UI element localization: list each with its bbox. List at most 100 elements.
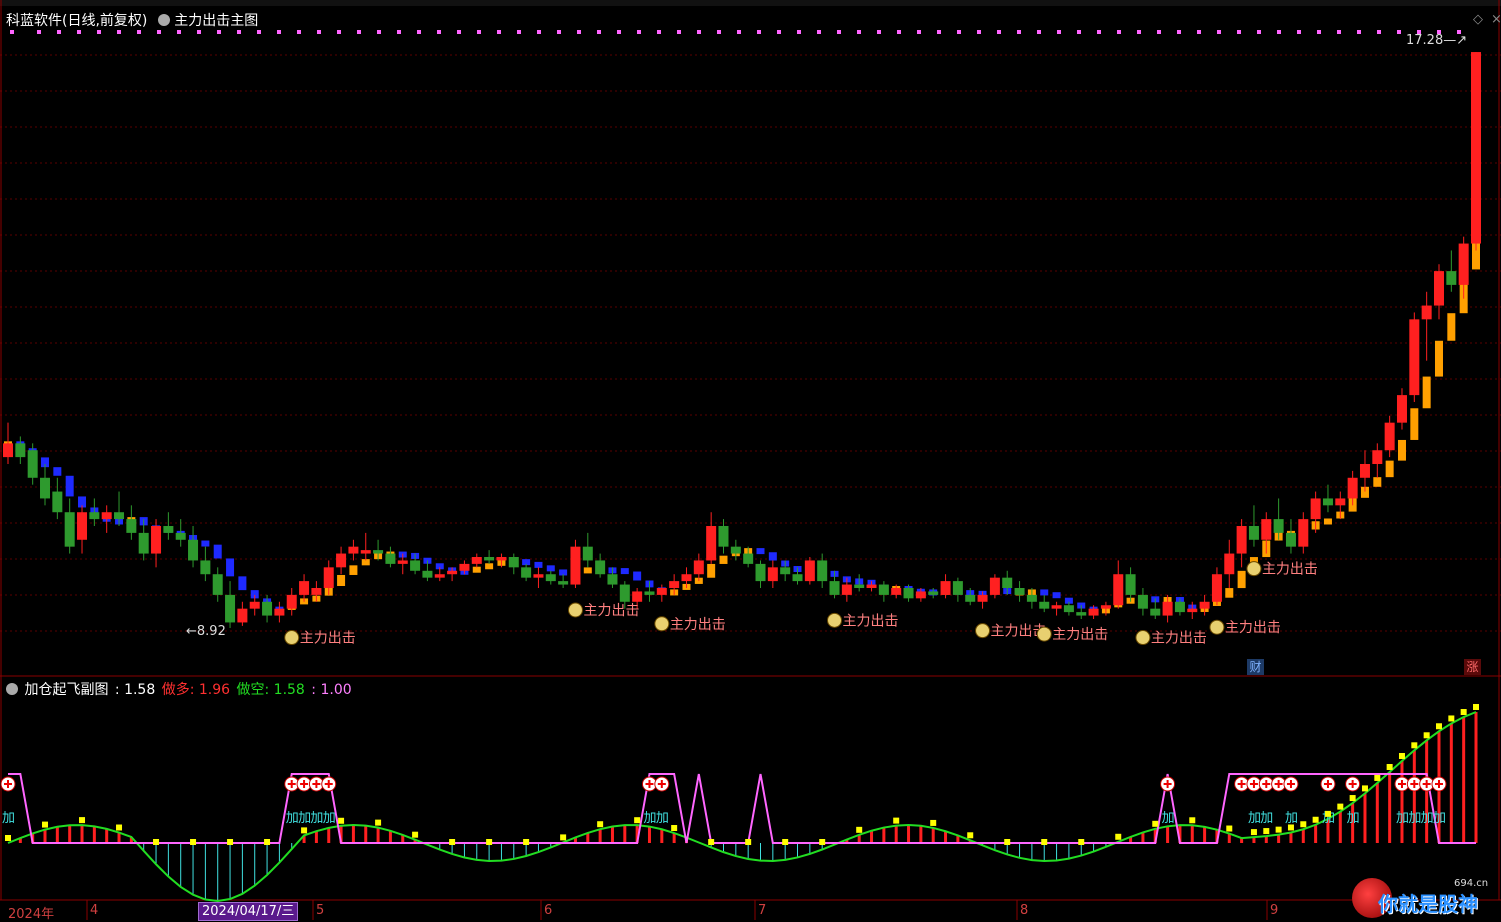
candle-body [1211,574,1222,602]
add-label: 加 [1433,811,1446,826]
candle-body [262,601,273,616]
signal-dot [277,30,281,34]
signal-text: 主力出击 [583,603,639,619]
candle-body [1409,319,1420,396]
candle-body [570,546,581,585]
candle-body [126,519,137,533]
signal-dot [477,30,481,34]
sub-yellow-dot [301,827,308,834]
signal-dot [10,30,14,34]
signal-dot [777,30,781,34]
signal-dot [537,30,541,34]
add-label: 加 [1248,811,1261,826]
main-price-chart[interactable]: 主力出击主力出击主力出击 主力出击主力出击 主力出击 主力出击主力出击主力出击 加加加… [0,0,1501,920]
candle-body [1002,577,1013,588]
add-position-marker [0,776,16,792]
signal-dot [77,30,81,34]
sub-yellow-dot [264,839,271,845]
sub-yellow-dot [1312,816,1319,823]
signal-text: 主力出击 [1225,620,1281,636]
add-position-marker [1320,776,1336,792]
candle-body [422,570,433,578]
signal-dot [1077,30,1081,34]
money-bag-icon [284,630,300,646]
money-bag-icon [1135,630,1151,646]
candle-body [989,577,1000,595]
candle-body [755,563,766,582]
candle-body [1433,271,1444,306]
indicator-toggle-icon[interactable] [157,14,170,26]
signal-dot [297,30,301,34]
candle-body [447,570,458,575]
main-force-signal: 主力出击 [567,602,639,619]
signal-dot [1237,30,1241,34]
sub-yellow-dot [708,839,715,845]
signal-dot [877,30,881,34]
ma-segment [349,565,358,575]
candle-body [1335,498,1346,506]
main-indicator-name[interactable]: 主力出击主图 [174,13,258,29]
close-icon[interactable]: × [1491,12,1501,27]
signal-dot [1397,30,1401,34]
signal-dot [417,30,421,34]
sub-yellow-dot [782,839,789,845]
ma-segment [53,467,62,476]
candle-body [1236,526,1247,554]
signal-dot [937,30,941,34]
sub-yellow-dot [227,839,234,845]
candle-body [767,567,778,582]
signal-dot [157,30,161,34]
candle-body [336,553,347,568]
signal-dot [637,30,641,34]
limit-up-badge[interactable]: 涨 [1464,659,1481,675]
candle-body [27,450,38,478]
candle-body [1100,605,1111,609]
sub-yellow-dot [1473,703,1479,710]
ma-segment [485,563,494,570]
add-position-marker [1431,776,1447,792]
year-label: 2024年 [8,907,55,922]
sub-yellow-dot [1423,732,1430,739]
signal-dot [857,30,861,34]
sub-yellow-dot [523,839,530,845]
sub-yellow-dot [190,839,197,845]
ma-segment [1237,570,1246,589]
signal-text: 主力出击 [843,613,899,629]
candle-body [200,560,211,575]
high-price-label: 17.28—↗ [1406,33,1468,48]
sub-indicator-name[interactable]: 加仓起飞副图 [24,682,108,698]
candle-body [188,539,199,561]
sub-value: : 1.58 [114,682,156,698]
add-position-marker [1345,776,1361,792]
signal-dot [1317,30,1321,34]
sub-yellow-dot [1152,820,1159,827]
candle-body [1187,608,1198,613]
candle-body [114,512,125,520]
candle-body [891,588,902,595]
signal-dot [1017,30,1021,34]
signal-dot [517,30,521,34]
main-force-signal: 主力出击 [1209,619,1281,636]
candle-body [1014,588,1025,595]
add-label: 加 [2,811,15,826]
diamond-icon[interactable]: ◇ [1473,12,1483,27]
signal-dot [577,30,581,34]
candle-body [1199,601,1210,609]
candle-body [928,591,939,595]
ma-segment [534,561,543,568]
main-force-signal: 主力出击 [975,623,1047,640]
candle-body [866,584,877,588]
candle-body [373,550,384,554]
finance-badge[interactable]: 财 [1247,659,1264,675]
signal-dot [617,30,621,34]
candle-body [471,557,482,564]
chart-mode: (日线,前复权) [62,13,148,29]
sub-yellow-dot [1300,821,1307,828]
ma-segment [546,565,555,572]
buy-label: 做多: 1.96 [161,682,231,698]
sub-yellow-dot [42,821,49,828]
add-label: 加 [298,811,311,826]
main-chart-header: 科蓝软件(日线,前复权) 主力出击主图 [6,10,258,30]
sub-indicator-toggle-icon[interactable] [6,683,18,695]
sub-yellow-dot [1337,803,1344,810]
